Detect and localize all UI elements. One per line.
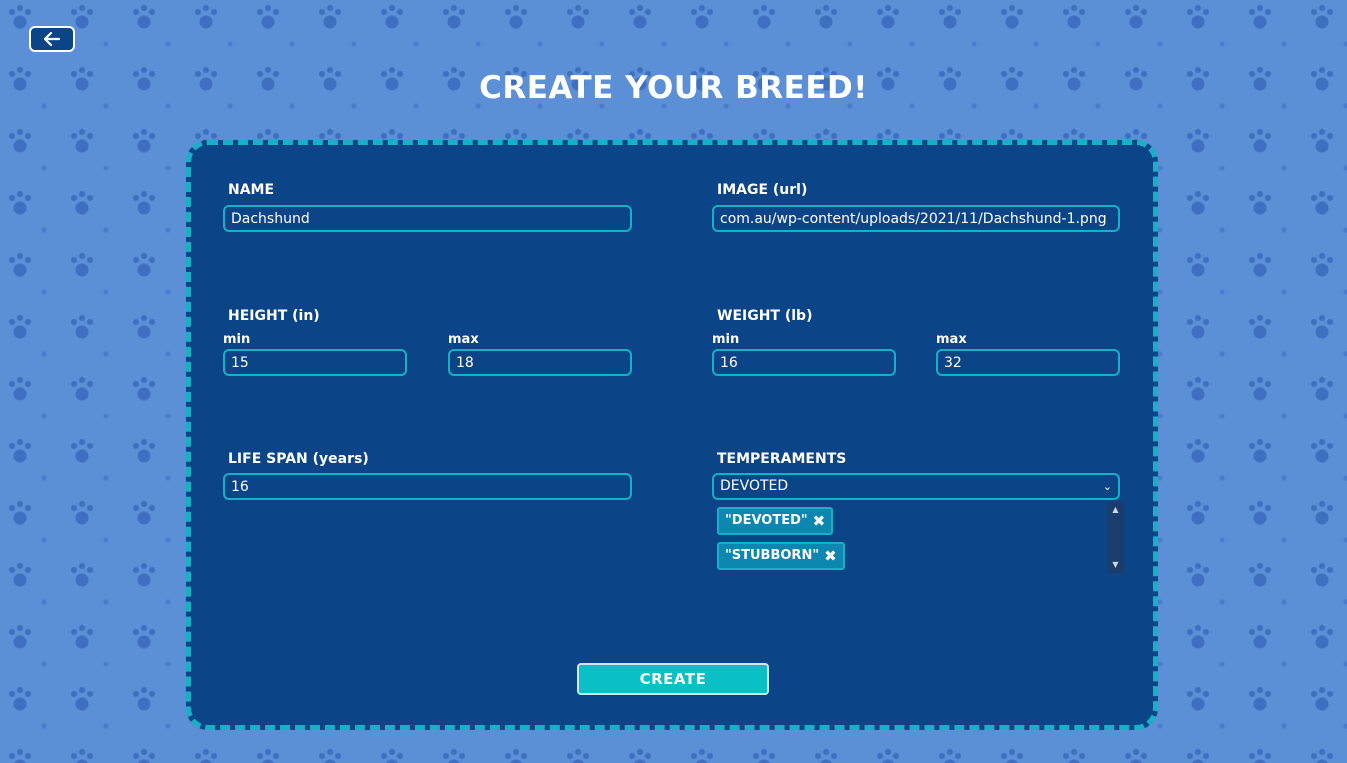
scroll-down-icon[interactable]: ▼ (1107, 557, 1124, 573)
page-title: CREATE YOUR BREED! (479, 70, 868, 106)
weight-min-label: min (712, 332, 740, 347)
name-input[interactable] (223, 205, 632, 232)
name-label: NAME (228, 182, 275, 198)
remove-tag-icon[interactable]: ✖ (824, 544, 837, 568)
back-button[interactable] (29, 26, 75, 52)
temperament-tag: "STUBBORN" ✖ (717, 542, 845, 570)
height-min-input[interactable] (223, 349, 407, 376)
weight-max-label: max (936, 332, 967, 347)
life-span-input[interactable] (223, 473, 632, 500)
image-label: IMAGE (url) (717, 182, 808, 198)
weight-min-input[interactable] (712, 349, 896, 376)
temperament-tag-label: "STUBBORN" (725, 548, 820, 563)
create-button[interactable]: CREATE (577, 663, 769, 695)
temperament-tag: "DEVOTED" ✖ (717, 507, 834, 535)
temperaments-label: TEMPERAMENTS (717, 451, 847, 467)
breed-form: NAME IMAGE (url) HEIGHT (in) min max WEI… (186, 140, 1158, 730)
scroll-up-icon[interactable]: ▲ (1107, 502, 1124, 518)
height-min-label: min (223, 332, 251, 347)
temperaments-selected-value: DEVOTED (720, 478, 789, 494)
weight-label: WEIGHT (lb) (717, 308, 813, 324)
height-max-input[interactable] (448, 349, 632, 376)
height-max-label: max (448, 332, 479, 347)
temperament-tag-label: "DEVOTED" (725, 513, 808, 528)
image-url-input[interactable] (712, 205, 1120, 232)
chevron-down-icon: ⌄ (1102, 480, 1112, 493)
arrow-left-icon (44, 32, 60, 46)
remove-tag-icon[interactable]: ✖ (813, 509, 826, 533)
tags-scrollbar[interactable]: ▲ ▼ (1107, 502, 1124, 573)
height-label: HEIGHT (in) (228, 308, 320, 324)
temperaments-select[interactable]: DEVOTED ⌄ (712, 473, 1120, 500)
weight-max-input[interactable] (936, 349, 1120, 376)
life-span-label: LIFE SPAN (years) (228, 451, 369, 467)
